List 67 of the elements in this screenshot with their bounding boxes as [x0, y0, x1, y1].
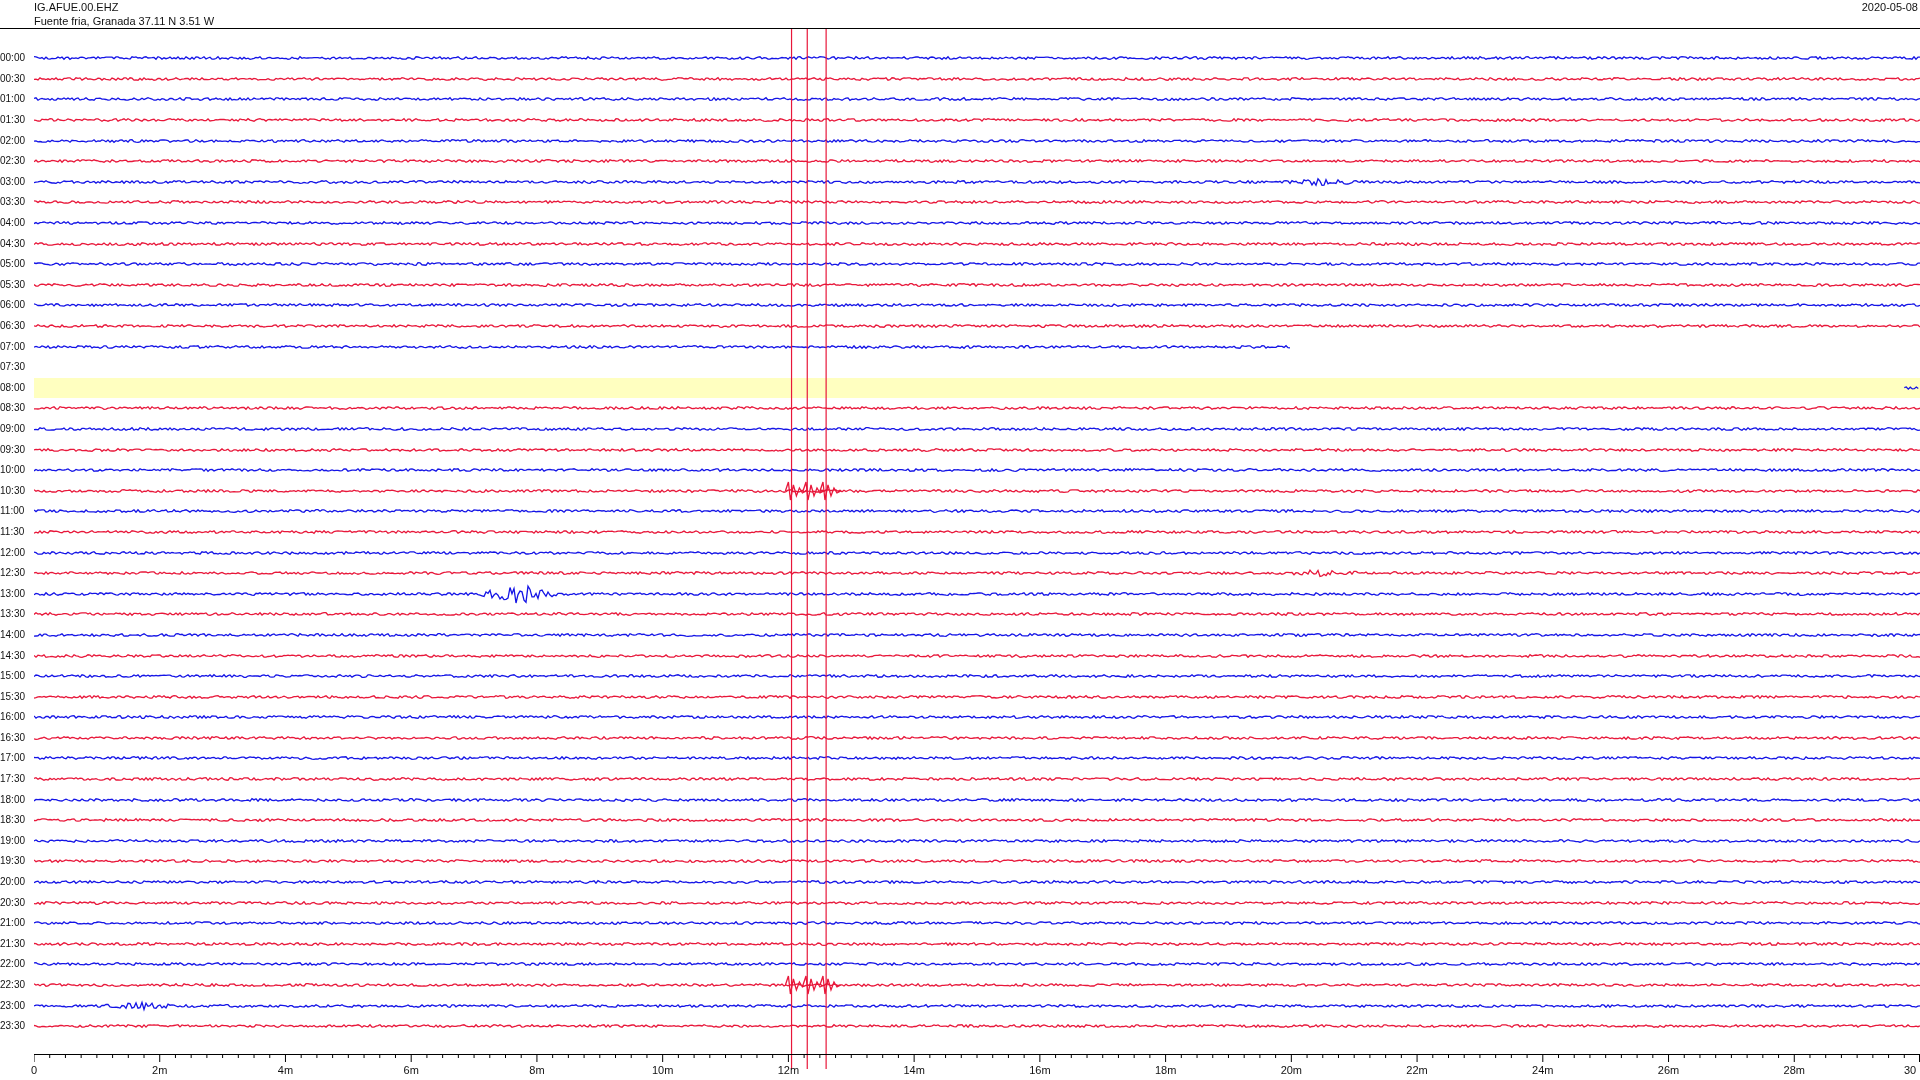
station-code: IG.AFUE.00.EHZ — [34, 0, 120, 14]
date-label: 2020-05-08 — [1861, 0, 1918, 14]
time-label: 12:00 — [0, 546, 27, 559]
time-label: 07:00 — [0, 340, 27, 353]
axis-tick-label: 16m — [1029, 1063, 1051, 1076]
time-label: 16:00 — [0, 711, 27, 724]
axis-tick-label: 4m — [277, 1063, 294, 1076]
time-label: 23:30 — [0, 1020, 27, 1033]
time-label: 01:00 — [0, 93, 27, 106]
axis-tick-label: 28m — [1783, 1063, 1805, 1076]
time-label: 04:00 — [0, 217, 27, 230]
time-label: 17:00 — [0, 752, 27, 765]
time-label: 21:30 — [0, 937, 27, 950]
time-label: 05:00 — [0, 258, 27, 271]
axis-tick-label: 30 — [1904, 1063, 1917, 1076]
time-label: 02:30 — [0, 155, 27, 168]
time-label: 22:00 — [0, 958, 27, 971]
time-label: 07:30 — [0, 361, 27, 374]
time-label: 08:00 — [0, 381, 27, 394]
time-label: 14:30 — [0, 649, 27, 662]
time-label: 11:00 — [0, 505, 26, 518]
axis-tick-label: 0 — [30, 1063, 38, 1076]
time-label: 13:00 — [0, 587, 27, 600]
axis-tick-label: 10m — [651, 1063, 674, 1076]
time-label: 10:30 — [0, 484, 27, 497]
axis-tick-label: 24m — [1532, 1063, 1554, 1076]
time-label: 14:00 — [0, 628, 27, 641]
time-label: 08:30 — [0, 402, 27, 415]
axis-tick-label: 6m — [403, 1063, 419, 1076]
time-label: 09:00 — [0, 423, 27, 435]
time-label: 17:30 — [0, 773, 27, 786]
axis-tick-label: 14m — [903, 1063, 925, 1076]
time-label: 00:00 — [0, 52, 27, 65]
axis-tick-label: 22m — [1406, 1063, 1428, 1076]
station-location: Fuente fria, Granada 37.11 N 3.51 W — [34, 14, 215, 28]
axis-tick-label: 2m — [152, 1063, 168, 1076]
time-label: 02:00 — [0, 134, 27, 147]
time-label: 20:00 — [0, 876, 27, 889]
time-label: 06:00 — [0, 299, 27, 312]
time-label: 11:30 — [0, 525, 26, 538]
time-label: 03:30 — [0, 196, 27, 209]
time-label: 18:00 — [0, 793, 27, 806]
time-label: 21:00 — [0, 917, 27, 930]
time-label: 15:30 — [0, 690, 27, 703]
time-label: 13:30 — [0, 608, 27, 621]
time-label: 20:30 — [0, 896, 27, 909]
axis-tick-label: 26m — [1657, 1063, 1680, 1076]
time-label: 00:30 — [0, 72, 27, 85]
time-label: 23:00 — [0, 999, 27, 1012]
axis-tick-label: 12m — [777, 1063, 800, 1076]
time-label: 04:30 — [0, 237, 27, 250]
axis-tick-label: 18m — [1154, 1063, 1177, 1076]
time-label: 19:30 — [0, 855, 27, 868]
axis-tick-label: 8m — [529, 1063, 545, 1076]
time-label: 01:30 — [0, 114, 27, 127]
time-label: 09:30 — [0, 443, 27, 456]
time-label: 12:30 — [0, 567, 27, 580]
time-label: 19:00 — [0, 834, 27, 847]
time-label: 06:30 — [0, 320, 27, 332]
time-label: 22:30 — [0, 979, 27, 991]
time-label: 15:00 — [0, 670, 27, 683]
time-label: 03:00 — [0, 175, 27, 188]
time-label: 05:30 — [0, 278, 27, 291]
time-label: 10:00 — [0, 464, 27, 477]
time-label: 16:30 — [0, 731, 27, 744]
time-label: 18:30 — [0, 814, 27, 827]
axis-tick-label: 20m — [1280, 1063, 1303, 1076]
